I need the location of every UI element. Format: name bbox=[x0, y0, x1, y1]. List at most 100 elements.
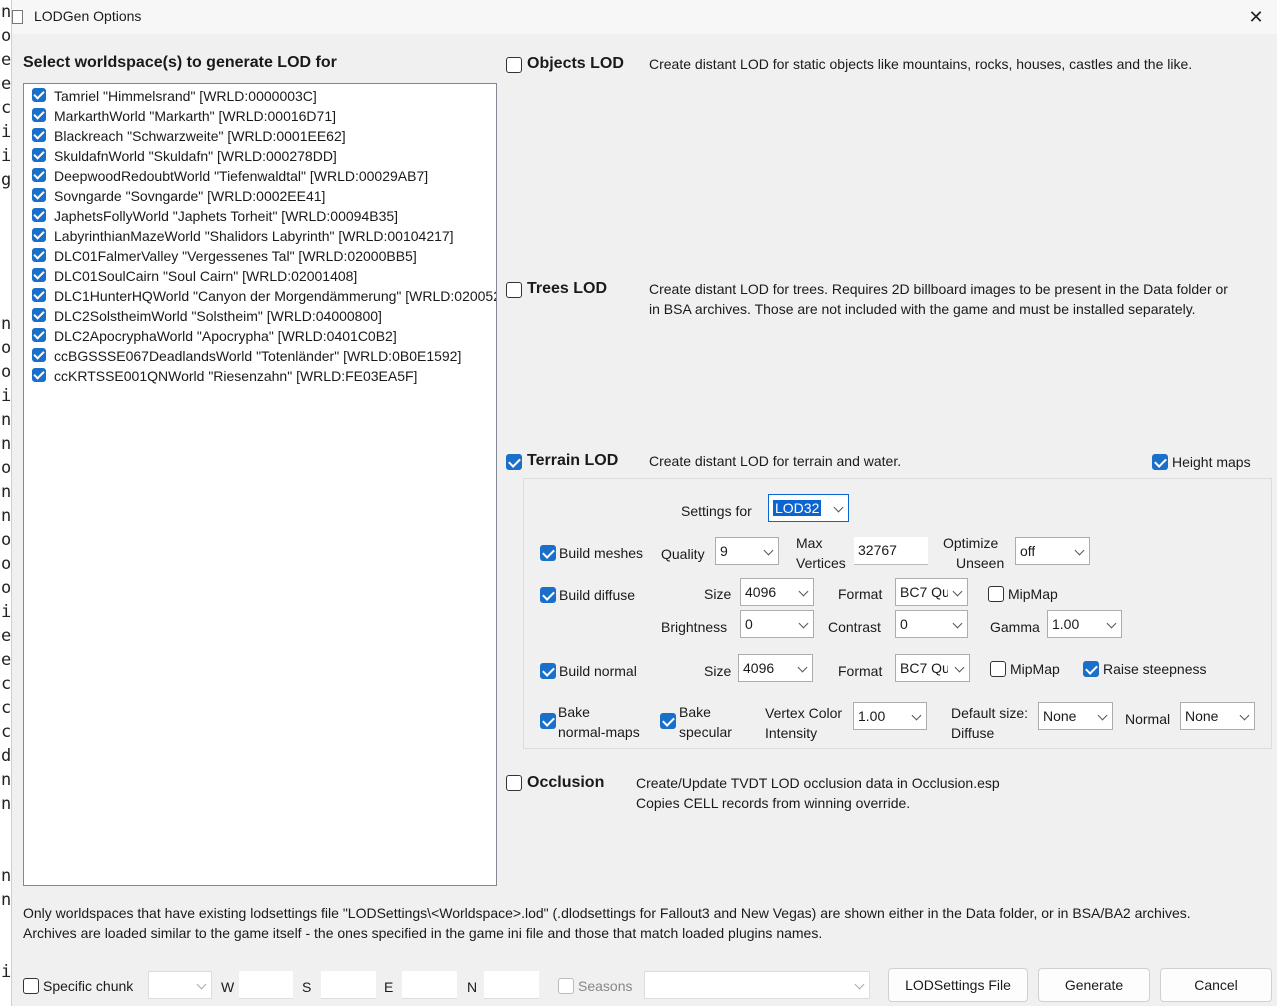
brightness-select[interactable]: 0 bbox=[740, 610, 814, 638]
diffuse-format-select[interactable]: BC7 Qu bbox=[895, 578, 968, 606]
worldspace-checkbox[interactable] bbox=[32, 88, 46, 102]
worldspace-label: Sovngarde "Sovngarde" [WRLD:0002EE41] bbox=[54, 188, 326, 204]
worldspace-checkbox[interactable] bbox=[32, 308, 46, 322]
build-meshes-label[interactable]: Build meshes bbox=[559, 545, 643, 561]
trees-lod-label[interactable]: Trees LOD bbox=[527, 280, 607, 298]
worldspace-checkbox[interactable] bbox=[32, 168, 46, 182]
build-diffuse-label[interactable]: Build diffuse bbox=[559, 587, 635, 603]
objects-lod-checkbox[interactable] bbox=[506, 57, 522, 73]
vertex-color-intensity-select[interactable]: 1.00 bbox=[853, 702, 927, 730]
optimize-unseen-select[interactable]: off bbox=[1015, 537, 1090, 565]
worldspace-item[interactable]: DLC2ApocryphaWorld "Apocrypha" [WRLD:040… bbox=[24, 326, 496, 346]
worldspace-checkbox[interactable] bbox=[32, 108, 46, 122]
raise-steepness-checkbox[interactable] bbox=[1083, 661, 1099, 677]
contrast-label: Contrast bbox=[828, 619, 881, 635]
worldspace-checkbox[interactable] bbox=[32, 188, 46, 202]
worldspace-list[interactable]: Tamriel "Himmelsrand" [WRLD:0000003C] Mar… bbox=[23, 83, 497, 886]
worldspace-item[interactable]: Sovngarde "Sovngarde" [WRLD:0002EE41] bbox=[24, 186, 496, 206]
worldspace-checkbox[interactable] bbox=[32, 248, 46, 262]
worldspace-item[interactable]: Blackreach "Schwarzweite" [WRLD:0001EE62… bbox=[24, 126, 496, 146]
south-input[interactable] bbox=[321, 971, 376, 999]
build-meshes-checkbox[interactable] bbox=[540, 545, 556, 561]
build-diffuse-checkbox[interactable] bbox=[540, 587, 556, 603]
seasons-label[interactable]: Seasons bbox=[578, 978, 632, 994]
bake-normal-maps-label-1[interactable]: Bake bbox=[558, 704, 590, 720]
worldspace-item[interactable]: DLC01SoulCairn "Soul Cairn" [WRLD:020014… bbox=[24, 266, 496, 286]
default-diffuse-size-select[interactable]: None bbox=[1038, 702, 1113, 730]
worldspace-item[interactable]: ccBGSSSE067DeadlandsWorld "Totenländer" … bbox=[24, 346, 496, 366]
objects-lod-label[interactable]: Objects LOD bbox=[527, 55, 624, 73]
worldspace-label: DLC01SoulCairn "Soul Cairn" [WRLD:020014… bbox=[54, 268, 358, 284]
normal-mipmap-checkbox[interactable] bbox=[990, 661, 1006, 677]
normal-size-select[interactable]: 4096 bbox=[738, 654, 813, 682]
worldspace-checkbox[interactable] bbox=[32, 328, 46, 342]
worldspace-item[interactable]: DLC2SolstheimWorld "Solstheim" [WRLD:040… bbox=[24, 306, 496, 326]
normal-format-select[interactable]: BC7 Qu bbox=[895, 654, 970, 682]
bake-specular-label-2[interactable]: specular bbox=[679, 724, 732, 740]
bake-specular-checkbox[interactable] bbox=[660, 713, 676, 729]
bake-specular-label-1[interactable]: Bake bbox=[679, 704, 711, 720]
seasons-select[interactable] bbox=[644, 971, 870, 999]
diffuse-size-select[interactable]: 4096 bbox=[740, 578, 814, 606]
background-letter: n bbox=[1, 314, 12, 334]
cancel-button[interactable]: Cancel bbox=[1160, 968, 1272, 1002]
height-maps-label[interactable]: Height maps bbox=[1172, 454, 1251, 470]
height-maps-checkbox[interactable] bbox=[1152, 454, 1168, 470]
max-vertices-label-1: Max bbox=[796, 535, 823, 551]
worldspace-checkbox[interactable] bbox=[32, 288, 46, 302]
background-letter: g bbox=[1, 170, 12, 190]
worldspace-label: SkuldafnWorld "Skuldafn" [WRLD:000278DD] bbox=[54, 148, 337, 164]
worldspace-label: DLC2ApocryphaWorld "Apocrypha" [WRLD:040… bbox=[54, 328, 397, 344]
west-input[interactable] bbox=[239, 971, 293, 999]
diffuse-size-label: Size bbox=[704, 586, 732, 602]
worldspace-checkbox[interactable] bbox=[32, 148, 46, 162]
gamma-select[interactable]: 1.00 bbox=[1047, 610, 1122, 638]
background-letter: o bbox=[1, 554, 12, 574]
specific-chunk-checkbox[interactable] bbox=[23, 978, 39, 994]
generate-button[interactable]: Generate bbox=[1038, 968, 1150, 1002]
lod-level-select[interactable]: LOD32 bbox=[768, 494, 849, 522]
lodsettings-file-button[interactable]: LODSettings File bbox=[888, 968, 1028, 1002]
worldspace-item[interactable]: MarkarthWorld "Markarth" [WRLD:00016D71] bbox=[24, 106, 496, 126]
worldspace-item[interactable]: DLC1HunterHQWorld "Canyon der Morgendämm… bbox=[24, 286, 496, 306]
diffuse-mipmap-checkbox[interactable] bbox=[988, 586, 1004, 602]
diffuse-mipmap-label[interactable]: MipMap bbox=[1008, 586, 1058, 602]
build-normal-label[interactable]: Build normal bbox=[559, 663, 637, 679]
worldspace-checkbox[interactable] bbox=[32, 208, 46, 222]
close-icon[interactable]: ✕ bbox=[1243, 4, 1269, 30]
worldspace-item[interactable]: DLC01FalmerValley "Vergessenes Tal" [WRL… bbox=[24, 246, 496, 266]
terrain-lod-checkbox[interactable] bbox=[506, 454, 522, 470]
worldspace-checkbox[interactable] bbox=[32, 348, 46, 362]
seasons-checkbox[interactable] bbox=[558, 978, 574, 994]
default-normal-size-select[interactable]: None bbox=[1180, 702, 1255, 730]
occlusion-checkbox[interactable] bbox=[506, 775, 522, 791]
east-input[interactable] bbox=[402, 971, 457, 999]
quality-select[interactable]: 9 bbox=[715, 537, 779, 565]
chunk-lod-select[interactable] bbox=[148, 971, 212, 999]
trees-lod-checkbox[interactable] bbox=[506, 282, 522, 298]
worldspace-item[interactable]: ccKRTSSE001QNWorld "Riesenzahn" [WRLD:FE… bbox=[24, 366, 496, 386]
raise-steepness-label[interactable]: Raise steepness bbox=[1103, 661, 1207, 677]
max-vertices-input[interactable]: 32767 bbox=[854, 537, 928, 565]
worldspace-checkbox[interactable] bbox=[32, 128, 46, 142]
normal-mipmap-label[interactable]: MipMap bbox=[1010, 661, 1060, 677]
worldspace-item[interactable]: DeepwoodRedoubtWorld "Tiefenwaldtal" [WR… bbox=[24, 166, 496, 186]
occlusion-label[interactable]: Occlusion bbox=[527, 774, 604, 792]
specific-chunk-label[interactable]: Specific chunk bbox=[43, 978, 133, 994]
build-normal-checkbox[interactable] bbox=[540, 663, 556, 679]
background-letter: o bbox=[1, 578, 12, 598]
worldspace-checkbox[interactable] bbox=[32, 368, 46, 382]
background-letter: o bbox=[1, 338, 12, 358]
worldspace-checkbox[interactable] bbox=[32, 228, 46, 242]
contrast-select[interactable]: 0 bbox=[895, 610, 968, 638]
terrain-lod-label[interactable]: Terrain LOD bbox=[527, 452, 618, 470]
worldspace-item[interactable]: SkuldafnWorld "Skuldafn" [WRLD:000278DD] bbox=[24, 146, 496, 166]
worldspace-item[interactable]: LabyrinthianMazeWorld "Shalidors Labyrin… bbox=[24, 226, 496, 246]
bake-normal-maps-checkbox[interactable] bbox=[540, 713, 556, 729]
worldspace-item[interactable]: Tamriel "Himmelsrand" [WRLD:0000003C] bbox=[24, 86, 496, 106]
bake-normal-maps-label-2[interactable]: normal-maps bbox=[558, 724, 640, 740]
worldspace-checkbox[interactable] bbox=[32, 268, 46, 282]
worldspace-item[interactable]: JaphetsFollyWorld "Japhets Torheit" [WRL… bbox=[24, 206, 496, 226]
west-label: W bbox=[221, 979, 235, 995]
north-input[interactable] bbox=[484, 971, 539, 999]
